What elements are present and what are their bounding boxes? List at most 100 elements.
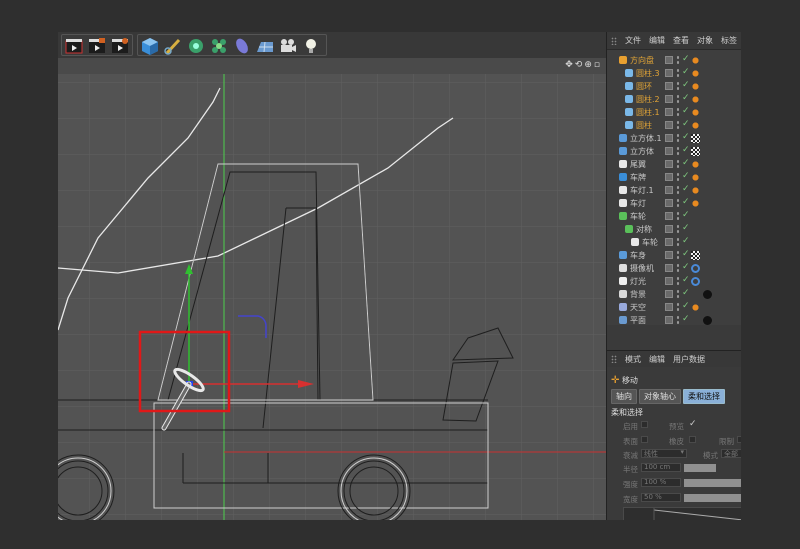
layer-toggle[interactable]	[665, 264, 673, 272]
object-name[interactable]: 车身	[630, 250, 646, 261]
object-name[interactable]: 摄像机	[630, 263, 654, 274]
menu-mode[interactable]: 模式	[621, 354, 645, 365]
object-row[interactable]: 立方体.1 ✓	[607, 132, 741, 145]
subdivision-surface-icon[interactable]	[186, 36, 206, 56]
phong-tag-icon[interactable]	[691, 121, 700, 130]
object-row[interactable]: 车灯.1 ✓	[607, 184, 741, 197]
layer-toggle[interactable]	[665, 173, 673, 181]
object-name[interactable]: 车轮	[630, 211, 646, 222]
layer-toggle[interactable]	[665, 134, 673, 142]
enable-check-icon[interactable]: ✓	[682, 314, 690, 324]
object-row[interactable]: 天空 ✓	[607, 301, 741, 314]
object-name[interactable]: 灯光	[630, 276, 646, 287]
tab-soft-selection[interactable]: 柔和选择	[683, 389, 725, 404]
mode-select[interactable]: 全部	[721, 449, 741, 458]
phong-tag-icon[interactable]	[691, 56, 700, 65]
enable-check-icon[interactable]: ✓	[682, 54, 690, 64]
layer-toggle[interactable]	[665, 212, 673, 220]
object-row[interactable]: 方向盘 ✓	[607, 54, 741, 67]
object-name[interactable]: 圆柱.1	[636, 107, 660, 118]
visibility-dots-icon[interactable]	[676, 250, 680, 260]
object-row[interactable]: 车灯 ✓	[607, 197, 741, 210]
visibility-dots-icon[interactable]	[676, 107, 680, 117]
target-tag-icon[interactable]	[691, 277, 700, 286]
material-tag-icon[interactable]	[703, 316, 712, 325]
enable-check-icon[interactable]: ✓	[682, 236, 690, 246]
object-name[interactable]: 背景	[630, 289, 646, 300]
restrict-checkbox[interactable]	[737, 436, 741, 443]
visibility-dots-icon[interactable]	[676, 94, 680, 104]
visibility-dots-icon[interactable]	[676, 211, 680, 221]
object-name[interactable]: 圆柱	[636, 120, 652, 131]
visibility-dots-icon[interactable]	[676, 172, 680, 182]
visibility-dots-icon[interactable]	[676, 185, 680, 195]
surface-checkbox[interactable]	[641, 436, 648, 443]
material-tag-icon[interactable]	[703, 290, 712, 299]
layer-toggle[interactable]	[665, 290, 673, 298]
strength-field[interactable]: 100 %	[641, 478, 681, 487]
layer-toggle[interactable]	[665, 108, 673, 116]
object-row[interactable]: 背景 ✓	[607, 288, 741, 301]
strength-slider[interactable]	[684, 479, 741, 487]
visibility-dots-icon[interactable]	[676, 120, 680, 130]
phong-tag-icon[interactable]	[691, 303, 700, 312]
object-name[interactable]: 天空	[630, 302, 646, 313]
render-view-icon[interactable]	[64, 36, 84, 56]
cloner-icon[interactable]	[209, 36, 229, 56]
menu-user-data[interactable]: 用户数据	[669, 354, 709, 365]
object-row[interactable]: 圆环 ✓	[607, 80, 741, 93]
enable-check-icon[interactable]: ✓	[682, 210, 690, 220]
radius-slider[interactable]	[684, 464, 716, 472]
visibility-dots-icon[interactable]	[676, 81, 680, 91]
radius-field[interactable]: 100 cm	[641, 463, 681, 472]
phong-tag-icon[interactable]	[691, 69, 700, 78]
menu-attr-edit[interactable]: 编辑	[645, 354, 669, 365]
menu-edit[interactable]: 编辑	[645, 35, 669, 46]
object-row[interactable]: 车轮 ✓	[607, 210, 741, 223]
layer-toggle[interactable]	[665, 303, 673, 311]
visibility-dots-icon[interactable]	[676, 224, 680, 234]
floor-icon[interactable]	[255, 36, 275, 56]
phong-tag-icon[interactable]	[691, 186, 700, 195]
phong-tag-icon[interactable]	[691, 82, 700, 91]
layer-toggle[interactable]	[665, 199, 673, 207]
width-slider[interactable]	[684, 494, 741, 502]
object-name[interactable]: 车牌	[630, 172, 646, 183]
light-bulb-icon[interactable]	[301, 36, 321, 56]
object-name[interactable]: 尾翼	[630, 159, 646, 170]
phong-tag-icon[interactable]	[691, 108, 700, 117]
texture-tag-icon[interactable]	[691, 147, 700, 156]
layer-toggle[interactable]	[665, 238, 673, 246]
layer-toggle[interactable]	[665, 121, 673, 129]
object-row[interactable]: 圆柱.1 ✓	[607, 106, 741, 119]
enable-check-icon[interactable]: ✓	[682, 67, 690, 77]
menu-file[interactable]: 文件	[621, 35, 645, 46]
object-row[interactable]: 灯光 ✓	[607, 275, 741, 288]
render-to-picture-viewer-icon[interactable]	[87, 36, 107, 56]
object-name[interactable]: 圆环	[636, 81, 652, 92]
render-settings-icon[interactable]	[110, 36, 130, 56]
enable-check-icon[interactable]: ✓	[682, 223, 690, 233]
visibility-dots-icon[interactable]	[676, 289, 680, 299]
visibility-dots-icon[interactable]	[676, 302, 680, 312]
layer-toggle[interactable]	[665, 251, 673, 259]
enable-check-icon[interactable]: ✓	[682, 158, 690, 168]
layer-toggle[interactable]	[665, 56, 673, 64]
enable-check-icon[interactable]: ✓	[682, 132, 690, 142]
visibility-dots-icon[interactable]	[676, 198, 680, 208]
layer-toggle[interactable]	[665, 225, 673, 233]
object-list[interactable]: 方向盘 ✓ 圆柱.3 ✓ 圆环 ✓ 圆柱.2 ✓ 圆柱.1 ✓ 圆柱 ✓ 立方体.1 ✓ 立方体 ✓ 尾翼 ✓ 车牌…	[607, 50, 741, 325]
enable-check-icon[interactable]: ✓	[682, 301, 690, 311]
viewport-canvas[interactable]	[58, 58, 606, 520]
object-row[interactable]: 圆柱 ✓	[607, 119, 741, 132]
menu-object[interactable]: 对象	[693, 35, 717, 46]
deformer-icon[interactable]	[232, 36, 252, 56]
menu-tag[interactable]: 标签	[717, 35, 741, 46]
enable-checkbox[interactable]	[641, 421, 648, 428]
layer-toggle[interactable]	[665, 147, 673, 155]
pen-spline-icon[interactable]	[163, 36, 183, 56]
object-name[interactable]: 方向盘	[630, 55, 654, 66]
tab-axis[interactable]: 轴向	[611, 389, 637, 404]
enable-check-icon[interactable]: ✓	[682, 288, 690, 298]
object-row[interactable]: 车轮 ✓	[607, 236, 741, 249]
